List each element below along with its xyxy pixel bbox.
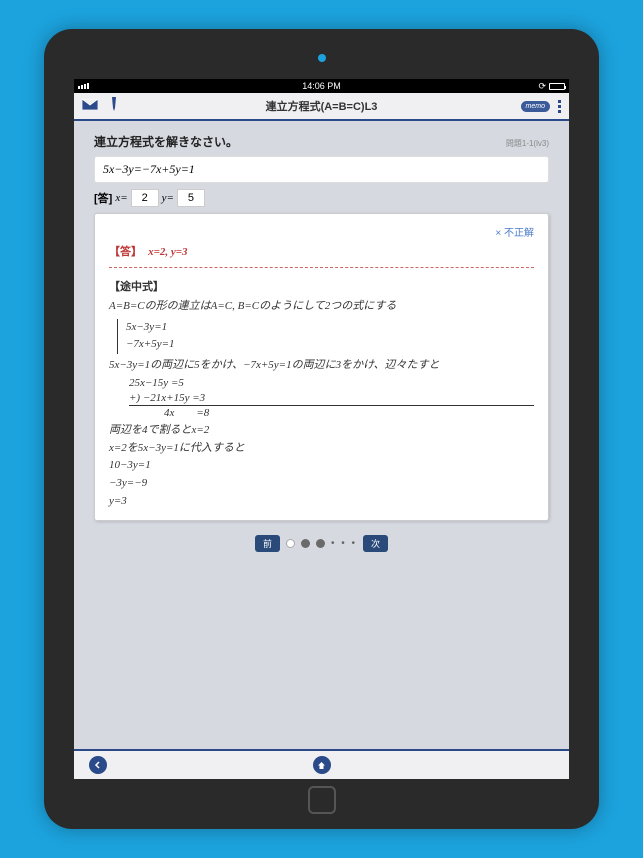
x-label: x= xyxy=(115,192,127,204)
battery-icon xyxy=(549,83,565,90)
page-title: 連立方程式(A=B=C)L3 xyxy=(266,98,378,114)
separator xyxy=(109,267,534,268)
problem-id: 問題1-1(lv3) xyxy=(506,138,549,149)
y-input[interactable] xyxy=(177,189,205,207)
step-text: y=3 xyxy=(109,493,534,511)
equation-box: 5x−3y=−7x+5y=1 xyxy=(94,156,549,183)
step-text: −3y=−9 xyxy=(109,475,534,493)
page-ellipsis: • • • xyxy=(331,538,357,549)
problem-instruction: 連立方程式を解きなさい。 xyxy=(94,133,238,150)
equation-system: 5x−3y=1 −7x+5y=1 xyxy=(117,319,534,354)
step-text: x=2を5x−3y=1に代入すると xyxy=(109,440,534,458)
page-dot[interactable] xyxy=(316,539,325,548)
tablet-home-button[interactable] xyxy=(308,786,336,814)
answer-row: [答] x= y= xyxy=(94,189,549,207)
rotation-lock-icon: ⟳ xyxy=(538,81,546,92)
content-area: 連立方程式を解きなさい。 問題1-1(lv3) 5x−3y=−7x+5y=1 [… xyxy=(74,121,569,564)
back-button[interactable] xyxy=(89,756,107,774)
page-dot[interactable] xyxy=(301,539,310,548)
home-button[interactable] xyxy=(313,756,331,774)
incorrect-badge: × 不正解 xyxy=(109,224,534,239)
next-button[interactable]: 次 xyxy=(363,535,388,552)
screen: 14:06 PM ⟳ 連立方程式(A=B=C)L3 memo 連立方程式を解きな… xyxy=(74,79,569,779)
status-right: ⟳ xyxy=(538,81,565,92)
mail-icon[interactable] xyxy=(82,97,98,115)
status-time: 14:06 PM xyxy=(302,81,341,91)
status-bar: 14:06 PM ⟳ xyxy=(74,79,569,93)
step-text: 両辺を4で割るとx=2 xyxy=(109,422,534,440)
correct-answer: 【答】 x=2, y=3 xyxy=(109,243,534,259)
camera-dot xyxy=(318,54,326,62)
x-input[interactable] xyxy=(131,189,159,207)
memo-button[interactable]: memo xyxy=(521,101,550,112)
step-text: 10−3y=1 xyxy=(109,457,534,475)
app-header: 連立方程式(A=B=C)L3 memo xyxy=(74,93,569,121)
footer-bar xyxy=(74,749,569,779)
page-dot[interactable] xyxy=(286,539,295,548)
prev-button[interactable]: 前 xyxy=(255,535,280,552)
answer-label: [答] xyxy=(94,190,112,206)
calculation: 25x−15y =5 +) −21x+15y =3 4x =8 xyxy=(109,376,534,420)
pencil-icon[interactable] xyxy=(108,97,120,116)
status-left xyxy=(78,83,89,89)
step-text: 5x−3y=1の両辺に5をかけ、−7x+5y=1の両辺に3をかけ、辺々たすと xyxy=(109,357,534,375)
signal-icon xyxy=(78,83,89,89)
menu-icon[interactable] xyxy=(558,100,561,113)
y-label: y= xyxy=(162,192,174,204)
solution-panel: × 不正解 【答】 x=2, y=3 【途中式】 A=B=Cの形の連立はA=C,… xyxy=(94,213,549,521)
pager: 前 • • • 次 xyxy=(94,535,549,552)
method-intro: A=B=Cの形の連立はA=C, B=Cのようにして2つの式にする xyxy=(109,298,534,316)
tablet-frame: 14:06 PM ⟳ 連立方程式(A=B=C)L3 memo 連立方程式を解きな… xyxy=(44,29,599,829)
method-title: 【途中式】 xyxy=(109,278,534,294)
